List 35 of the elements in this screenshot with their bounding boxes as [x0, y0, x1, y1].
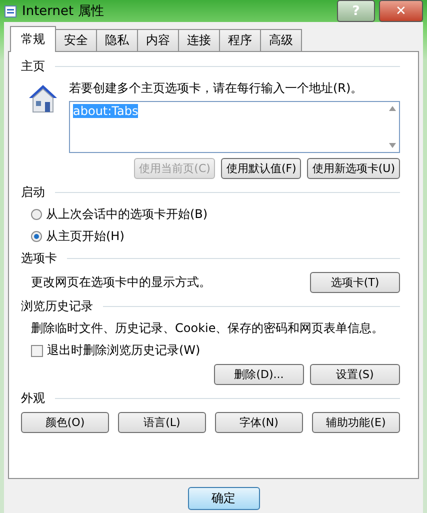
homepage-button[interactable]: 使用新选项卡(U): [307, 158, 400, 179]
checkbox-label: 退出时删除浏览历史记录(W): [47, 342, 200, 359]
appearance-button[interactable]: 辅助功能(E): [312, 412, 400, 433]
appearance-button[interactable]: 字体(N): [215, 412, 303, 433]
scroll-up-icon[interactable]: [388, 106, 396, 111]
homepage-button[interactable]: 使用默认值(F): [221, 158, 302, 179]
checkbox[interactable]: [31, 344, 43, 356]
description-text: 更改网页在选项卡中的显示方式。: [31, 274, 211, 291]
appearance-button[interactable]: 语言(L): [118, 412, 206, 433]
radio-button[interactable]: [31, 209, 42, 220]
history-button[interactable]: 删除(D)...: [214, 364, 304, 385]
tabs-button[interactable]: 选项卡(T): [310, 272, 400, 293]
section-heading: 启动: [21, 184, 45, 201]
tab[interactable]: 内容: [137, 29, 179, 51]
tab[interactable]: 常规: [10, 26, 56, 52]
ok-button[interactable]: 确定: [188, 487, 260, 510]
radio-button[interactable]: [31, 231, 42, 242]
tab[interactable]: 安全: [55, 29, 97, 51]
radio-label: 从上次会话中的选项卡开始(B): [46, 206, 208, 223]
scroll-down-icon[interactable]: [388, 143, 396, 148]
window-icon: [4, 4, 18, 18]
tab[interactable]: 程序: [219, 29, 261, 51]
section-heading: 选项卡: [21, 250, 57, 267]
window-title: Internet 属性: [22, 3, 105, 20]
tab[interactable]: 隐私: [96, 29, 138, 51]
history-button[interactable]: 设置(S): [310, 364, 400, 385]
instruction-text: 若要创建多个主页选项卡，请在每行输入一个地址(R)。: [69, 80, 364, 97]
tab[interactable]: 连接: [178, 29, 220, 51]
section-heading: 浏览历史记录: [21, 298, 93, 315]
section-heading: 主页: [21, 58, 45, 75]
radio-label: 从主页开始(H): [46, 228, 124, 245]
appearance-button[interactable]: 颜色(O): [21, 412, 109, 433]
description-text: 删除临时文件、历史记录、Cookie、保存的密码和网页表单信息。: [31, 320, 385, 337]
section-heading: 外观: [21, 390, 45, 407]
tab[interactable]: 高级: [260, 29, 302, 51]
